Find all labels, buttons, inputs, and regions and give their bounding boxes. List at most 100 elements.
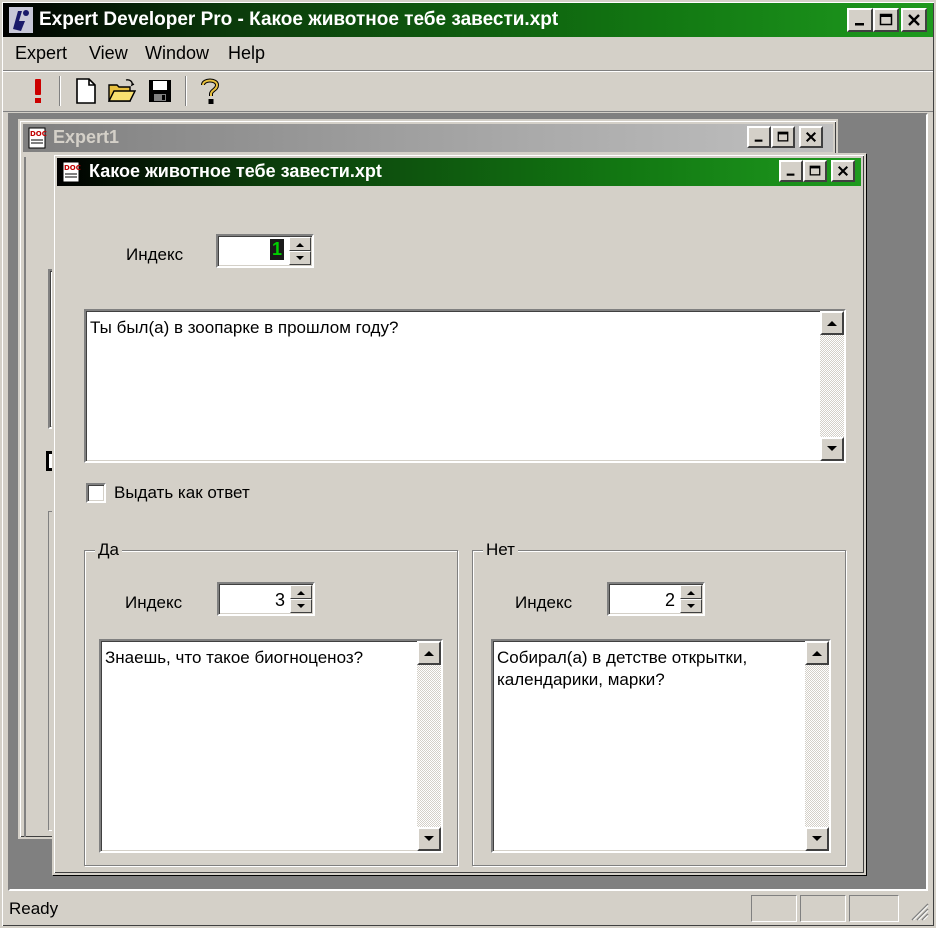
no-scrollbar[interactable]: [805, 641, 829, 851]
scroll-up-button[interactable]: [805, 641, 829, 665]
svg-text:DOC: DOC: [30, 130, 47, 138]
index-value[interactable]: 1: [269, 239, 284, 260]
toolbar-separator: [59, 76, 61, 106]
document-title-text: Какое животное тебе завести.xpt: [89, 161, 382, 181]
index-spinner[interactable]: 1: [216, 234, 314, 268]
close-icon: [837, 165, 849, 177]
close-icon: [805, 131, 817, 143]
no-index-label: Индекс: [515, 593, 573, 612]
answer-checkbox[interactable]: [86, 483, 106, 503]
scroll-down-button[interactable]: [805, 827, 829, 851]
maximize-icon: [809, 165, 821, 176]
no-index-value[interactable]: 2: [665, 590, 675, 611]
toolbar-separator: [185, 76, 187, 106]
spin-up-icon: [687, 590, 695, 595]
scroll-down-button[interactable]: [820, 437, 844, 461]
status-pane: [751, 895, 797, 922]
scroll-up-button[interactable]: [820, 311, 844, 335]
minimize-button[interactable]: [847, 8, 873, 32]
expert1-edge: [24, 157, 26, 837]
status-pane: [800, 895, 846, 922]
menu-window[interactable]: Window: [145, 43, 209, 64]
save-icon: [149, 80, 171, 102]
spin-up-icon: [297, 590, 305, 595]
document-icon: DOC: [28, 127, 47, 149]
index-spin-buttons[interactable]: [289, 237, 311, 265]
scroll-up-icon: [424, 651, 434, 656]
main-title-bar[interactable]: Expert Developer Pro - Какое животное те…: [3, 3, 933, 37]
document-title-bar[interactable]: DOC Какое животное тебе завести.xpt: [57, 158, 861, 186]
document-maximize-button[interactable]: [803, 160, 827, 182]
toolbar: [3, 70, 933, 112]
scroll-up-button[interactable]: [417, 641, 441, 665]
yes-textarea[interactable]: Знаешь, что такое биогноценоз?: [99, 639, 443, 853]
spin-down-icon: [687, 603, 695, 608]
index-label: Индекс: [126, 245, 184, 264]
minimize-icon: [855, 23, 864, 26]
yes-index-value[interactable]: 3: [275, 590, 285, 611]
main-title-text: Expert Developer Pro - Какое животное те…: [39, 9, 559, 30]
maximize-icon: [777, 131, 789, 142]
yes-spin-buttons[interactable]: [290, 585, 312, 613]
no-text: Собирал(а) в детстве открытки, календари…: [497, 647, 747, 691]
document-window[interactable]: DOC Какое животное тебе завести.xpt Инде…: [52, 153, 866, 875]
new-file-button[interactable]: [71, 76, 101, 106]
spin-up-icon: [296, 242, 304, 247]
scroll-up-icon: [827, 321, 837, 326]
menu-expert[interactable]: Expert: [15, 43, 67, 64]
yes-scrollbar[interactable]: [417, 641, 441, 851]
run-button[interactable]: [23, 76, 53, 106]
question-textarea[interactable]: Ты был(а) в зоопарке в прошлом году?: [84, 309, 846, 463]
spin-down-button[interactable]: [680, 599, 702, 613]
answer-checkbox-label[interactable]: Выдать как ответ: [114, 483, 250, 503]
document-minimize-button[interactable]: [779, 160, 803, 182]
yes-index-label: Индекс: [125, 593, 183, 612]
menu-help[interactable]: Help: [228, 43, 265, 64]
yes-group-title: Да: [95, 540, 122, 560]
status-bar: Ready: [3, 893, 933, 925]
scroll-down-button[interactable]: [417, 827, 441, 851]
no-text-line1: Собирал(а) в детстве открытки,: [497, 648, 748, 667]
close-button[interactable]: [901, 8, 927, 32]
expert1-title-text: Expert1: [53, 127, 120, 147]
expert1-minimize-button[interactable]: [747, 126, 771, 148]
app-icon: [9, 7, 33, 33]
status-text: Ready: [9, 899, 59, 918]
no-spin-buttons[interactable]: [680, 585, 702, 613]
question-text: Ты был(а) в зоопарке в прошлом году?: [90, 318, 399, 337]
open-folder-icon: [108, 79, 136, 102]
menu-view[interactable]: View: [89, 43, 128, 64]
minimize-icon: [786, 173, 795, 176]
minimize-icon: [754, 139, 763, 142]
no-groupbox: Нет Индекс 2 Собирал(а) в детстве открыт…: [472, 540, 846, 866]
scroll-down-icon: [424, 836, 434, 841]
help-icon: [201, 78, 220, 104]
expert1-title-bar[interactable]: DOC Expert1: [23, 124, 833, 152]
spin-up-button[interactable]: [289, 237, 311, 251]
scroll-down-icon: [812, 836, 822, 841]
yes-groupbox: Да Индекс 3 Знаешь, что такое биогноцено…: [84, 540, 458, 866]
no-text-line2: календарики, марки?: [497, 670, 665, 689]
spin-up-button[interactable]: [290, 585, 312, 599]
scroll-up-icon: [812, 651, 822, 656]
spin-up-button[interactable]: [680, 585, 702, 599]
document-close-button[interactable]: [831, 160, 855, 182]
maximize-button[interactable]: [873, 8, 899, 32]
run-icon: [35, 79, 41, 103]
resize-grip-icon[interactable]: [909, 901, 929, 921]
maximize-icon: [879, 13, 893, 26]
question-scrollbar[interactable]: [820, 311, 844, 461]
expert1-maximize-button[interactable]: [771, 126, 795, 148]
new-file-icon: [76, 78, 96, 104]
spin-down-button[interactable]: [289, 251, 311, 265]
status-pane: [849, 895, 899, 922]
expert1-close-button[interactable]: [799, 126, 823, 148]
yes-index-spinner[interactable]: 3: [217, 582, 315, 616]
no-textarea[interactable]: Собирал(а) в детстве открытки, календари…: [491, 639, 831, 853]
svg-text:DOC: DOC: [64, 164, 81, 172]
save-button[interactable]: [145, 76, 175, 106]
open-button[interactable]: [107, 76, 137, 106]
spin-down-button[interactable]: [290, 599, 312, 613]
help-button[interactable]: [195, 76, 225, 106]
no-index-spinner[interactable]: 2: [607, 582, 705, 616]
